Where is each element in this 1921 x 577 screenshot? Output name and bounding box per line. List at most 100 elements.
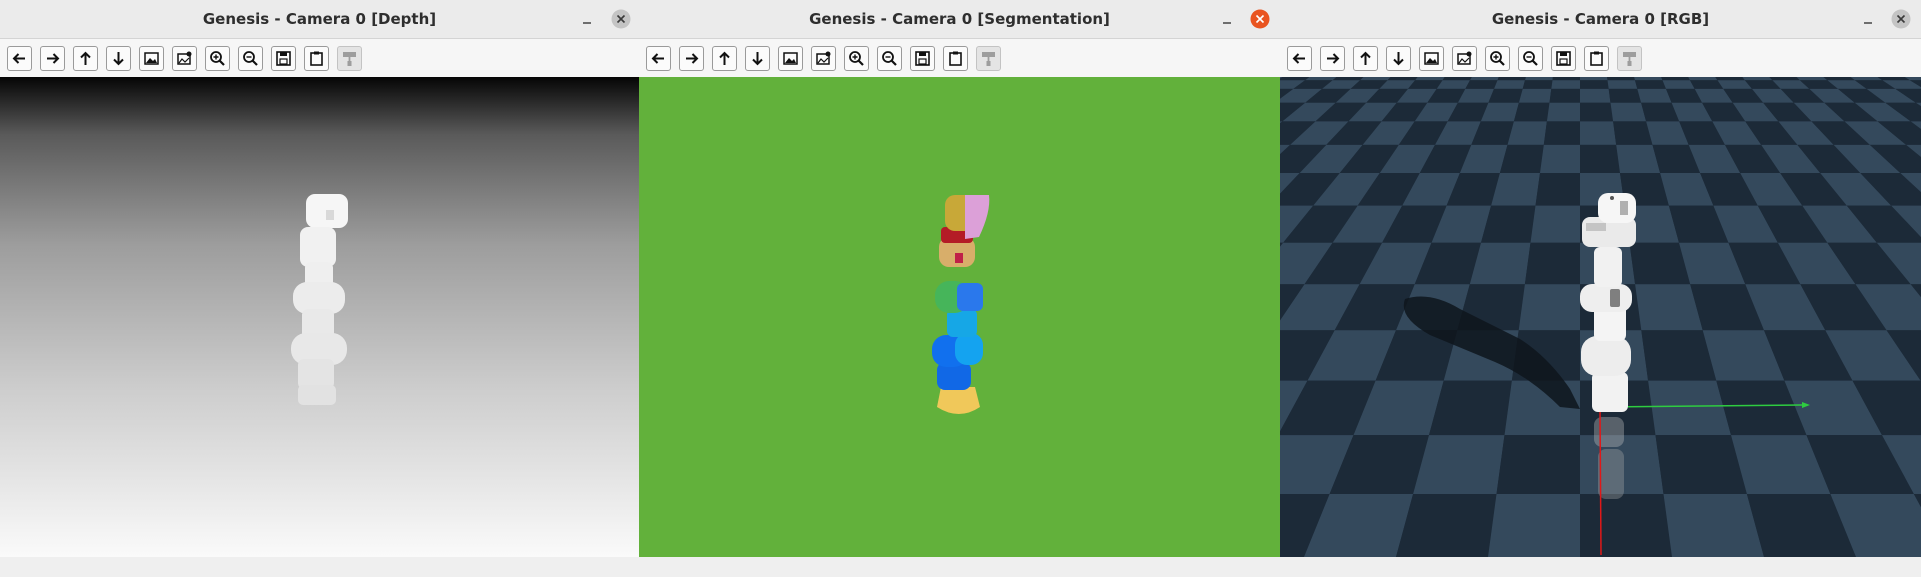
zoom-out-button[interactable] <box>877 46 902 71</box>
floor-tile <box>1549 88 1580 103</box>
floor-tile <box>1496 435 1580 494</box>
up-button[interactable] <box>712 46 737 71</box>
image-button[interactable] <box>139 46 164 71</box>
floor-tile <box>1540 144 1580 173</box>
minimize-button[interactable] <box>1858 9 1878 29</box>
down-arrow-icon <box>1393 52 1404 66</box>
zoom-out-button[interactable] <box>238 46 263 71</box>
zoom-in-icon <box>210 51 225 66</box>
floor-tile <box>1661 77 1690 81</box>
titlebar[interactable]: Genesis - Camera 0 [Segmentation] <box>639 0 1280 39</box>
save-icon <box>915 51 930 66</box>
down-button[interactable] <box>1386 46 1411 71</box>
floor-tile <box>1580 121 1617 145</box>
rgb-image[interactable] <box>1280 77 1921 557</box>
up-button[interactable] <box>73 46 98 71</box>
floor-tile <box>1522 80 1553 89</box>
window-title: Genesis - Camera 0 [RGB] <box>1491 10 1710 28</box>
clipboard-icon <box>949 51 962 66</box>
titlebar[interactable]: Genesis - Camera 0 [RGB] <box>1280 0 1921 39</box>
floor-tile <box>1535 173 1580 206</box>
floor-tile <box>1607 77 1635 81</box>
back-button[interactable] <box>7 46 32 71</box>
floor-tile <box>1436 80 1470 89</box>
down-button[interactable] <box>106 46 131 71</box>
forward-button[interactable] <box>1320 46 1345 71</box>
clipboard-button[interactable] <box>304 46 329 71</box>
save-button[interactable] <box>271 46 296 71</box>
floor-tile <box>1518 284 1580 331</box>
floor-tile <box>1635 80 1666 89</box>
floor-tile <box>1415 77 1445 81</box>
zoom-out-button[interactable] <box>1518 46 1543 71</box>
floor-tile <box>1637 88 1672 103</box>
floor-tile <box>1543 121 1580 145</box>
floor-tile <box>1662 80 1695 89</box>
back-arrow-icon <box>1292 53 1305 64</box>
clipboard-icon <box>310 51 323 66</box>
floor-tile <box>1769 77 1800 81</box>
up-arrow-icon <box>80 51 91 65</box>
floor-tile <box>1580 80 1609 89</box>
floor-tile <box>1546 102 1580 122</box>
zoom-in-button[interactable] <box>1485 46 1510 71</box>
zoom-in-button[interactable] <box>844 46 869 71</box>
close-button[interactable] <box>611 9 631 29</box>
floor-tile <box>1507 121 1547 145</box>
window-title: Genesis - Camera 0 [Depth] <box>202 10 437 28</box>
floor-tile <box>1470 77 1499 81</box>
image-settings-button[interactable] <box>1452 46 1477 71</box>
segmentation-window: Genesis - Camera 0 [Segmentation] <box>639 0 1280 577</box>
clipboard-button[interactable] <box>1584 46 1609 71</box>
minimize-button[interactable] <box>577 9 597 29</box>
paint-roller-button[interactable] <box>1617 46 1642 71</box>
floor-tile <box>1413 435 1505 494</box>
close-button[interactable] <box>1891 9 1911 29</box>
status-bar <box>0 557 639 577</box>
save-button[interactable] <box>910 46 935 71</box>
floor-tile <box>1442 77 1472 81</box>
image-settings-button[interactable] <box>172 46 197 71</box>
back-button[interactable] <box>1287 46 1312 71</box>
save-icon <box>276 51 291 66</box>
floor-tile <box>1518 88 1552 103</box>
forward-button[interactable] <box>679 46 704 71</box>
clipboard-button[interactable] <box>943 46 968 71</box>
floor-tile <box>1823 77 1855 81</box>
paint-roller-button[interactable] <box>976 46 1001 71</box>
segmentation-image[interactable] <box>639 77 1280 557</box>
zoom-out-icon <box>882 51 897 66</box>
floor-tile <box>1742 77 1773 81</box>
floor-tile <box>1530 205 1580 243</box>
image-button[interactable] <box>1419 46 1444 71</box>
paint-roller-button[interactable] <box>337 46 362 71</box>
close-button[interactable] <box>1250 9 1270 29</box>
up-button[interactable] <box>1353 46 1378 71</box>
save-button[interactable] <box>1551 46 1576 71</box>
image-icon <box>783 52 798 65</box>
image-settings-icon <box>177 51 192 65</box>
down-button[interactable] <box>745 46 770 71</box>
image-button[interactable] <box>778 46 803 71</box>
floor-tile <box>1580 102 1614 122</box>
floor-tile <box>1551 80 1580 89</box>
floor-tile <box>1616 144 1661 173</box>
floor-tile <box>1332 77 1364 81</box>
toolbar <box>1280 39 1921 77</box>
image-settings-button[interactable] <box>811 46 836 71</box>
paint-roller-icon <box>982 52 995 66</box>
back-button[interactable] <box>646 46 671 71</box>
zoom-in-button[interactable] <box>205 46 230 71</box>
floor-tile <box>1497 77 1526 81</box>
titlebar[interactable]: Genesis - Camera 0 [Depth] <box>0 0 639 39</box>
status-bar <box>1280 557 1921 577</box>
forward-button[interactable] <box>40 46 65 71</box>
floor-tile <box>1580 494 1672 557</box>
status-bar <box>639 557 1280 577</box>
floor-tile <box>1850 77 1883 81</box>
floor-tile <box>1634 77 1663 81</box>
minimize-button[interactable] <box>1217 9 1237 29</box>
depth-image[interactable] <box>0 77 639 557</box>
paint-roller-icon <box>343 52 356 66</box>
floor-tile <box>1610 102 1647 122</box>
